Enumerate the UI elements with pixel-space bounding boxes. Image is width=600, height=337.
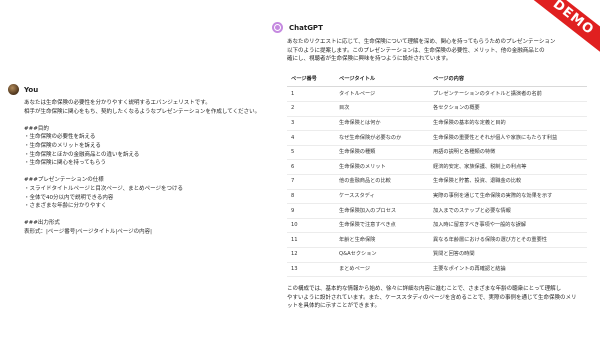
text-line: あなたは生命保険の必要性を分かりやすく説明するエバンジェリストです。 (24, 100, 211, 106)
page-title-cell: タイトルページ (335, 86, 429, 102)
page-content-cell: 異なる年齢層における保険の選び方とその重要性 (429, 232, 587, 248)
page-number-cell: 7 (287, 174, 335, 190)
column-header: ページ番号 (287, 71, 335, 88)
page-number-cell: 12 (287, 247, 335, 263)
user-message-body: あなたは生命保険の必要性を分かりやすく説明するエバンジェリストです。相手が生命保… (8, 99, 261, 237)
page-title-cell: 生命保険の種類 (335, 145, 429, 161)
table-row: 13 まとめページ 主要なポイントの再確認と結論 (287, 262, 587, 278)
page-content-cell: 加入時に留意すべき事項や一般的な誤解 (429, 218, 587, 234)
text-line: ・全体で40分以内で説明できる内容 (24, 194, 114, 201)
assistant-intro: あなたのリクエストに応じて、生命保険について理解を深め、関心を持ってもらうための… (287, 38, 594, 64)
table-row: 3 生命保険とは何か 生命保険の基本的な定義と目的 (287, 116, 587, 132)
text-line: ・さまざまな年齢に分かりやすく (24, 203, 107, 210)
table-row: 6 生命保険のメリット 経済的安定、家族保護、税制上の利点等 (287, 159, 587, 175)
assistant-header: ChatGPT (272, 22, 594, 33)
page-content-cell: プレゼンテーションのタイトルと講演者の名前 (429, 86, 587, 102)
page-number-cell: 1 (287, 86, 335, 102)
page-content-cell: 生命保険と貯蓄、投資、退職金の比較 (429, 174, 587, 190)
page-number-cell: 9 (287, 203, 335, 219)
user-message: You あなたは生命保険の必要性を分かりやすく説明するエバンジェリストです。相手… (8, 84, 261, 237)
page-title-cell: 他の金融商品との比較 (335, 174, 429, 190)
text-line (24, 211, 258, 220)
page-number-cell: 4 (287, 130, 335, 146)
slides-table: ページ番号 ページタイトル ページの内容 1 タイトルページ プレゼンテーションのタ… (287, 71, 587, 278)
page-title-cell: Q&Aセクション (335, 247, 429, 263)
user-name: You (24, 85, 39, 94)
text-line: 相手が生命保険に関心をもち、契約したくなるようなプレゼンテーションを作成してくだ… (24, 108, 261, 115)
avatar (8, 84, 19, 95)
page-title-cell: 生命保険とは何か (335, 116, 429, 132)
table-row: 10 生命保険で注意すべき点 加入時に留意すべき事項や一般的な誤解 (287, 218, 587, 234)
text-line: ・スライドタイトルページと目次ページ、まとめページをつける (24, 185, 184, 192)
page-title-cell: ケーススタディ (335, 189, 429, 205)
text-line: 表形式：|ページ番号|ページタイトル|ページの内容| (24, 228, 152, 235)
page-number-cell: 2 (287, 101, 335, 117)
column-header: ページタイトル (335, 71, 429, 88)
text-line (24, 116, 258, 125)
page-title-cell: なぜ生命保険が必要なのか (335, 130, 429, 146)
page-title-cell: 生命保険で注意すべき点 (335, 218, 429, 234)
text-line: ・生命保険の必要性を訴える (24, 134, 96, 141)
page-number-cell: 6 (287, 159, 335, 175)
text-line: 以下のように提案します。このプレゼンテーションは、生命保険の必要性、メリット、他… (287, 47, 545, 54)
page-title-cell: 生命保険のメリット (335, 159, 429, 175)
chatgpt-icon (272, 22, 283, 33)
page-content-cell: 経済的安定、家族保護、税制上の利点等 (429, 159, 587, 175)
page-content-cell: 加入までのステップと必要な情報 (429, 203, 587, 219)
table-row: 4 なぜ生命保険が必要なのか 生命保険の重要性とそれが個人や家族にもたらす利益 (287, 130, 587, 146)
text-line: ットを具体的に示すことができます。 (287, 303, 380, 310)
table-row: 7 他の金融商品との比較 生命保険と貯蓄、投資、退職金の比較 (287, 174, 587, 190)
page-content-cell: 生命保険の重要性とそれが個人や家族にもたらす利益 (429, 130, 587, 146)
text-line: ・生命保険に関心を持ってもらう (24, 160, 106, 167)
page-content-cell: 用語の説明と各種類の特徴 (429, 145, 587, 161)
assistant-outro: この構成では、基本的な情報から始め、徐々に詳細な内容に進むことで、さまざまな年齢… (287, 285, 594, 311)
page-number-cell: 8 (287, 189, 335, 205)
page-content-cell: 主要なポイントの再確認と結論 (429, 262, 587, 278)
text-line: あなたのリクエストに応じて、生命保険について理解を深め、関心を持ってもらうための… (287, 39, 556, 45)
table-header-row: ページ番号 ページタイトル ページの内容 (287, 71, 587, 88)
text-line: ・生命保険とほかの金融商品との違いを訴える (24, 151, 140, 158)
page-content-cell: 質問と回答の時間 (429, 247, 587, 263)
page-content-cell: 実際の事例を通じて生命保険の実際的な効果を示す (429, 189, 587, 205)
page-title-cell: 年齢と生命保険 (335, 232, 429, 248)
text-line (24, 168, 258, 177)
page-title-cell: まとめページ (335, 262, 429, 278)
table-row: 5 生命保険の種類 用語の説明と各種類の特徴 (287, 145, 587, 161)
table-row: 9 生命保険加入のプロセス 加入までのステップと必要な情報 (287, 203, 587, 219)
column-header: ページの内容 (429, 71, 587, 88)
page-number-cell: 3 (287, 116, 335, 132)
text-line: ###プレゼンテーションの仕様 (24, 177, 104, 184)
assistant-message-body: あなたのリクエストに応じて、生命保険について理解を深め、関心を持ってもらうための… (272, 38, 594, 311)
page-content-cell: 生命保険の基本的な定義と目的 (429, 116, 587, 132)
page-title-cell: 生命保険加入のプロセス (335, 203, 429, 219)
text-line: ・生命保険のメリットを訴える (24, 142, 101, 149)
text-line: ###出力形式 (24, 220, 60, 227)
user-header: You (8, 84, 258, 95)
table-row: 12 Q&Aセクション 質問と回答の時間 (287, 247, 587, 263)
page-number-cell: 5 (287, 145, 335, 161)
table-row: 11 年齢と生命保険 異なる年齢層における保険の選び方とその重要性 (287, 232, 587, 248)
assistant-message: ChatGPT あなたのリクエストに応じて、生命保険について理解を深め、関心を持… (272, 22, 594, 311)
assistant-name: ChatGPT (289, 23, 323, 32)
table-row: 1 タイトルページ プレゼンテーションのタイトルと講演者の名前 (287, 86, 587, 102)
table-row: 8 ケーススタディ 実際の事例を通じて生命保険の実際的な効果を示す (287, 189, 587, 205)
text-line: ###目的 (24, 125, 49, 132)
text-line: この構成では、基本的な情報から始め、徐々に詳細な内容に進むことで、さまざまな年齢… (287, 286, 562, 293)
page-title-cell: 目次 (335, 101, 429, 117)
page-number-cell: 10 (287, 218, 335, 234)
text-line: やすいように設計されています。また、ケーススタディのページを含めることで、実際の… (287, 294, 577, 301)
page-number-cell: 11 (287, 232, 335, 248)
text-line: 確にし、視聴者が生命保険に興味を持つように設計されています。 (287, 56, 452, 63)
table-row: 2 目次 各セクションの概要 (287, 101, 587, 117)
page-number-cell: 13 (287, 262, 335, 278)
page-content-cell: 各セクションの概要 (429, 101, 587, 117)
